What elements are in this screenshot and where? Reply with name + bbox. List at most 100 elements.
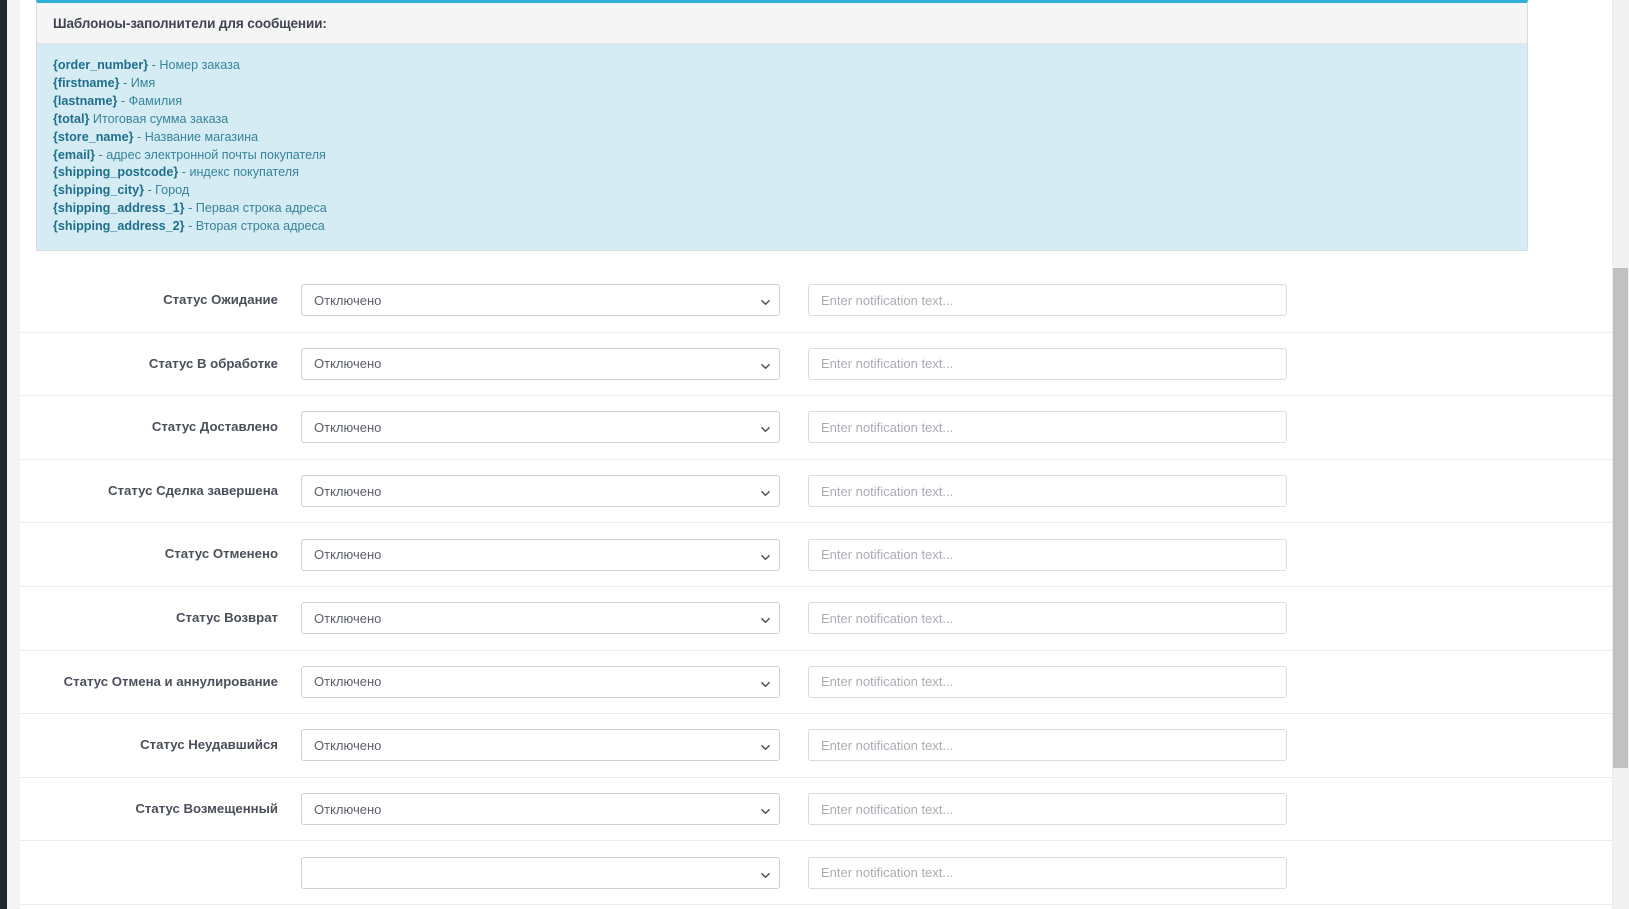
status-mode-select[interactable]: Отключено [301,475,780,508]
status-row: Статус Возмещенный Отключено Enter notific… [20,778,1612,842]
placeholder-token: {shipping_postcode} [53,165,179,180]
content-gutter [7,0,20,909]
status-mode-select[interactable]: Отключено [301,793,780,826]
notification-text-wrapper: Enter notification text... [808,284,1287,317]
status-mode-select-wrapper: Отключено [301,729,780,762]
status-mode-select-wrapper: Отключено [301,475,780,508]
placeholder-panel-header: Шаблоноы-заполнители для сообщении: [37,3,1527,44]
notification-text-wrapper: Enter notification text... [808,856,1287,889]
page-scrollbar-thumb[interactable] [1613,268,1628,768]
placeholder-panel-title: Шаблоноы-заполнители для сообщении: [53,16,327,31]
placeholder-description: Итоговая сумма заказа [89,111,229,126]
placeholder-token: {store_name} [53,129,134,144]
placeholder-list: {order_number} - Номер заказа {firstname}… [37,44,1527,251]
placeholder-line: {lastname} - Фамилия [53,93,1511,111]
notification-text-input[interactable]: Enter notification text... [808,284,1287,317]
notification-text-input[interactable]: Enter notification text... [808,665,1287,698]
page-root: Шаблоноы-заполнители для сообщении: {ord… [0,0,1629,909]
status-mode-select-wrapper: Отключено [301,411,780,444]
notification-text-input[interactable]: Enter notification text... [808,729,1287,762]
main-content: Шаблоноы-заполнители для сообщении: {ord… [20,0,1612,909]
status-mode-select[interactable]: Отключено [301,538,780,571]
status-row-label: Статус В обработке [148,355,278,371]
placeholder-token: {email} [53,147,96,162]
status-row: Статус В обработке Отключено Enter notific… [20,333,1612,397]
placeholder-token: {shipping_city} [53,183,144,198]
placeholder-token: {shipping_address_1} [53,201,185,216]
placeholder-line: {shipping_postcode} - индекс покупателя [53,164,1511,182]
status-row-label: Статус Отменено [164,546,278,562]
status-mode-select[interactable]: Отключено [301,665,780,698]
placeholder-description: - Название магазина [133,129,259,144]
notification-text-input[interactable]: Enter notification text... [808,347,1287,380]
placeholder-token: {firstname} [53,75,120,90]
placeholder-token: {shipping_address_2} [53,219,185,234]
status-mode-select[interactable] [301,856,780,889]
notification-text-wrapper: Enter notification text... [808,665,1287,698]
status-row: Enter notification text... [20,841,1612,905]
placeholder-description: - Номер заказа [148,58,240,72]
notification-text-input[interactable]: Enter notification text... [808,538,1287,571]
placeholder-description: - Фамилия [117,93,183,108]
notification-text-input[interactable]: Enter notification text... [808,475,1287,508]
notification-text-input[interactable]: Enter notification text... [808,411,1287,444]
notification-text-input[interactable]: Enter notification text... [808,856,1287,889]
notification-text-wrapper: Enter notification text... [808,538,1287,571]
placeholder-description: - Первая строка адреса [184,201,327,216]
placeholder-description: - адрес электронной почты покупателя [95,147,326,162]
notification-text-wrapper: Enter notification text... [808,793,1287,826]
notification-text-wrapper: Enter notification text... [808,475,1287,508]
status-mode-select[interactable]: Отключено [301,602,780,635]
status-row: Статус Отмена и аннулирование Отключено En… [20,651,1612,715]
status-mode-select-wrapper: Отключено [301,284,780,317]
status-mode-select[interactable]: Отключено [301,284,780,317]
status-row-label: Статус Возмещенный [135,800,278,816]
status-row: Статус Неудавшийся Отключено Enter notific… [20,714,1612,778]
placeholder-info-panel: Шаблоноы-заполнители для сообщении: {ord… [36,0,1528,252]
status-row-label: Статус Отмена и аннулирование [63,673,278,689]
notification-text-wrapper: Enter notification text... [808,411,1287,444]
status-mode-select[interactable]: Отключено [301,347,780,380]
notification-text-wrapper: Enter notification text... [808,602,1287,635]
placeholder-token: {total} [53,111,90,126]
status-row: Статус Доставлено Отключено Enter notifica… [20,396,1612,460]
notification-text-input[interactable]: Enter notification text... [808,602,1287,635]
status-mode-select-wrapper [301,856,780,889]
status-mode-select-wrapper: Отключено [301,538,780,571]
status-mode-select-wrapper: Отключено [301,602,780,635]
status-mode-select[interactable]: Отключено [301,411,780,444]
status-row: Статус Ожидание Отключено Enter notificati… [20,269,1612,333]
status-row: Статус Сделка завершена Отключено Enter no… [20,460,1612,524]
notification-text-wrapper: Enter notification text... [808,347,1287,380]
placeholder-line: {shipping_address_2} - Вторая строка адр… [53,218,1511,236]
status-row-label: Статус Ожидание [163,292,278,308]
status-mode-select-wrapper: Отключено [301,347,780,380]
status-mode-select-wrapper: Отключено [301,665,780,698]
status-row-label: Статус Доставлено [151,419,278,435]
placeholder-line: {email} - адрес электронной почты покупа… [53,147,1511,165]
placeholder-line: {shipping_city} - Город [53,182,1511,200]
placeholder-description: - Вторая строка адреса [184,219,325,234]
placeholder-line: {shipping_address_1} - Первая строка адр… [53,200,1511,218]
status-row-label: Статус Возврат [175,610,278,626]
notification-text-wrapper: Enter notification text... [808,729,1287,762]
status-mode-select[interactable]: Отключено [301,729,780,762]
placeholder-token: {order_number} [53,58,149,72]
placeholder-description: - индекс покупателя [178,165,299,180]
placeholder-line: {firstname} - Имя [53,75,1511,93]
placeholder-description: - Имя [119,75,156,90]
placeholder-description: - Город [143,183,190,198]
placeholder-line: {order_number} - Номер заказа [53,57,1511,75]
status-notification-form: Статус Ожидание Отключено Enter notificati… [20,269,1612,905]
status-row-label: Статус Сделка завершена [108,482,278,498]
status-row: Статус Отменено Отключено Enter notificati… [20,523,1612,587]
status-row-label: Статус Неудавшийся [140,737,278,753]
status-row: Статус Возврат Отключено Enter notificatio… [20,587,1612,651]
app-left-rail [0,0,7,909]
placeholder-line: {total} Итоговая сумма заказа [53,111,1511,129]
placeholder-line: {store_name} - Название магазина [53,129,1511,147]
placeholder-token: {lastname} [53,93,118,108]
notification-text-input[interactable]: Enter notification text... [808,793,1287,826]
status-mode-select-wrapper: Отключено [301,793,780,826]
page-scrollbar-track[interactable] [1612,0,1629,909]
